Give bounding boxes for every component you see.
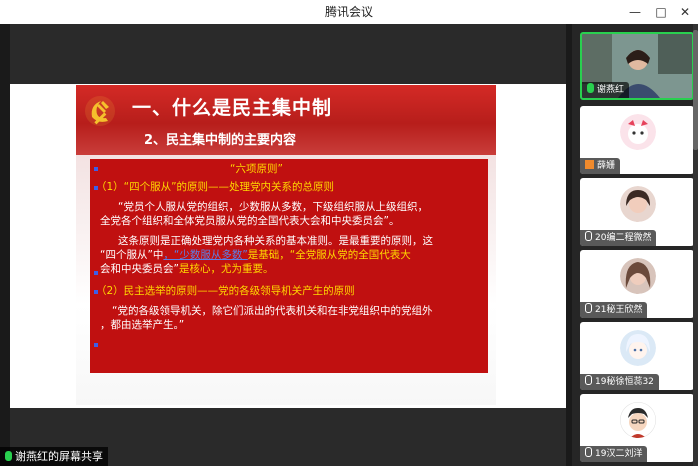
bullet-icon xyxy=(94,271,98,275)
slide-line-quote-2: 全党各个组织和全体党员服从党的全国代表大会和中央委员会”。 xyxy=(100,215,400,227)
slide-subtitle: 2、民主集中制的主要内容 xyxy=(144,133,297,148)
party-emblem-icon xyxy=(85,96,115,126)
close-icon[interactable]: ✕ xyxy=(676,3,694,21)
text-segment-yellow: 是基础，“全党服从党的全国代表大 xyxy=(247,249,411,261)
minimize-icon[interactable]: — xyxy=(626,3,644,21)
participant-card[interactable]: 19秘徐恒蕊32 xyxy=(580,322,694,390)
participant-name-text: 19汉二刘洋 xyxy=(595,449,643,459)
participant-name: 19秘徐恒蕊32 xyxy=(580,374,659,390)
slide-line-explain-1: 这条原则是正确处理党内各种关系的基本准则。是最重要的原则，这 xyxy=(118,235,433,247)
participant-name: 谢燕红 xyxy=(582,82,630,98)
slide-line-quote-4: ，都由选举产生。” xyxy=(100,319,185,331)
slide-line-quote-1: “党员个人服从党的组织，少数服从多数，下级组织服从上级组织， xyxy=(118,201,428,213)
participant-name: 21秘王欣然 xyxy=(580,302,648,318)
photo-avatar-icon xyxy=(620,258,656,294)
window-titlebar: 腾讯会议 — □ ✕ xyxy=(0,0,698,25)
mic-muted-icon xyxy=(585,375,592,385)
slide-line-2-heading: （2）民主选举的原则——党的各级领导机关产生的原则 xyxy=(96,285,355,297)
participant-name: 19汉二刘洋 xyxy=(580,446,648,462)
participant-card[interactable]: 19汉二刘洋 xyxy=(580,394,694,462)
user-icon xyxy=(585,160,594,169)
participant-name-text: 谢燕红 xyxy=(597,85,625,95)
participant-name: 20编二程微然 xyxy=(580,230,657,246)
presentation-slide: 一、什么是民主集中制 2、民主集中制的主要内容 “六项原则” （1）“四个服从”… xyxy=(76,85,496,405)
bullet-icon xyxy=(94,343,98,347)
participant-card[interactable]: 21秘王欣然 xyxy=(580,250,694,318)
mic-muted-icon xyxy=(585,303,592,313)
slide-line-explain-3: 会和中央委员会”是核心，尤为重要。 xyxy=(100,263,273,276)
slide-text-box: “六项原则” （1）“四个服从”的原则——处理党内关系的总原则 “党员个人服从党… xyxy=(90,159,488,373)
participant-name-text: 20编二程微然 xyxy=(595,233,652,243)
participant-card[interactable]: 20编二程微然 xyxy=(580,178,694,246)
screen-share-label: 谢燕红的屏幕共享 xyxy=(0,447,108,466)
photo-avatar-icon xyxy=(620,186,656,222)
mic-on-icon xyxy=(5,451,12,461)
slide-line-1-heading: （1）“四个服从”的原则——处理党内关系的总原则 xyxy=(96,181,335,193)
slide-line-quote-3: “党的各级领导机关，除它们派出的代表机关和在非党组织中的党组外 xyxy=(112,305,433,317)
participant-scrollbar-thumb[interactable] xyxy=(693,30,698,150)
participant-card[interactable]: 薛姗 xyxy=(580,106,694,174)
slide-line-explain-2: “四个服从”中，“少数服从多数”是基础，“全党服从党的全国代表大 xyxy=(100,249,411,262)
cartoon-avatar-icon xyxy=(620,402,656,438)
bullet-icon xyxy=(94,290,98,294)
participant-name: 薛姗 xyxy=(580,158,621,174)
text-segment: 会和中央委员会” xyxy=(100,263,179,275)
mic-on-icon xyxy=(587,83,594,93)
participant-name-text: 薛姗 xyxy=(597,161,616,171)
maximize-icon[interactable]: □ xyxy=(652,3,670,21)
screen-share-label-text: 谢燕红的屏幕共享 xyxy=(15,450,103,463)
slide-title: 一、什么是民主集中制 xyxy=(132,97,333,119)
participant-video-card[interactable]: 谢燕红 xyxy=(580,32,694,100)
cartoon-avatar-icon xyxy=(620,114,656,150)
bullet-icon xyxy=(94,186,98,190)
participant-name-text: 19秘徐恒蕊32 xyxy=(595,377,654,387)
text-segment-highlight: ，“少数服从多数” xyxy=(163,249,248,261)
participant-name-text: 21秘王欣然 xyxy=(595,305,643,315)
shared-screen-top-area xyxy=(10,24,566,84)
mic-muted-icon xyxy=(585,231,592,241)
text-segment: “四个服从”中 xyxy=(100,249,164,261)
slide-line-principles: “六项原则” xyxy=(230,163,283,175)
anime-avatar-icon xyxy=(620,330,656,366)
window-title: 腾讯会议 xyxy=(324,5,373,19)
text-segment-yellow: 是核心，尤为重要。 xyxy=(178,263,274,275)
mic-muted-icon xyxy=(585,447,592,457)
bullet-icon xyxy=(94,167,98,171)
